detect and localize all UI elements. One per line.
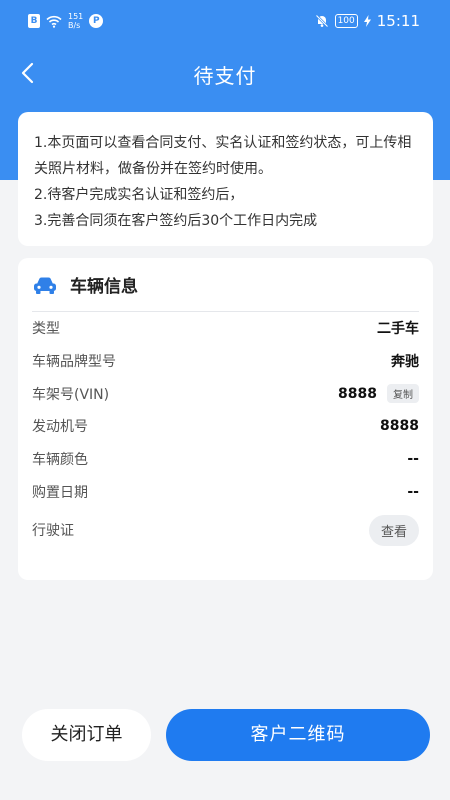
- notice-line: 2.待客户完成实名认证和签约后，: [34, 187, 244, 203]
- battery-icon: 100: [334, 14, 358, 28]
- status-bar: B 151 B/s P 100 15:11: [0, 0, 450, 44]
- app-notification-icon: P: [89, 14, 104, 28]
- vehicle-row-license: 行驶证 查看: [32, 508, 419, 552]
- vehicle-row-vin: 车架号(VIN) 8888 复制: [32, 377, 419, 410]
- row-label: 车架号(VIN): [32, 386, 110, 403]
- close-order-button[interactable]: 关闭订单: [22, 709, 151, 761]
- copy-button[interactable]: 复制: [387, 384, 419, 404]
- row-label: 购置日期: [32, 484, 88, 501]
- customer-qr-code-button[interactable]: 客户二维码: [166, 709, 430, 761]
- view-button[interactable]: 查看: [368, 514, 419, 546]
- row-label: 行驶证: [32, 523, 74, 540]
- row-value: --: [407, 483, 419, 500]
- vehicle-row-purchase-date: 购置日期 --: [32, 475, 419, 508]
- row-value: 二手车: [377, 321, 419, 338]
- row-value: --: [407, 451, 419, 468]
- page-title: 待支付: [193, 64, 257, 88]
- row-label: 车辆颜色: [32, 452, 88, 469]
- vehicle-row-type: 类型 二手车: [32, 312, 419, 345]
- charging-icon: [363, 15, 371, 27]
- bell-muted-icon: [315, 14, 328, 28]
- vehicle-row-engine-number: 发动机号 8888: [32, 410, 419, 443]
- row-label: 发动机号: [32, 419, 88, 436]
- vehicle-row-color: 车辆颜色 --: [32, 443, 419, 476]
- status-time: 15:11: [376, 12, 420, 30]
- vehicle-row-brand-model: 车辆品牌型号 奔驰: [32, 345, 419, 378]
- notice-line: 3.完善合同须在客户签约后30个工作日内完成: [34, 213, 318, 229]
- wifi-icon: [46, 15, 62, 28]
- vehicle-info-card: 车辆信息 类型 二手车 车辆品牌型号 奔驰 车架号(VIN) 8888 复制 发…: [18, 258, 433, 580]
- row-label: 车辆品牌型号: [32, 354, 116, 371]
- notice-line: 1.本页面可以查看合同支付、实名认证和签约状态，可上传相关照片材料，做备份并在签…: [34, 135, 412, 177]
- sim-icon: B: [28, 14, 40, 28]
- vehicle-info-header: 车辆信息: [32, 258, 419, 312]
- row-value: 8888: [338, 385, 377, 402]
- network-speed: 151 B/s: [68, 12, 84, 30]
- row-value: 奔驰: [391, 354, 419, 371]
- row-value: 8888: [380, 418, 419, 435]
- car-icon: [34, 277, 56, 294]
- row-label: 类型: [32, 321, 60, 338]
- section-title: 车辆信息: [70, 277, 138, 297]
- nav-bar: 待支付: [0, 48, 450, 98]
- notice-card: 1.本页面可以查看合同支付、实名认证和签约状态，可上传相关照片材料，做备份并在签…: [18, 112, 433, 246]
